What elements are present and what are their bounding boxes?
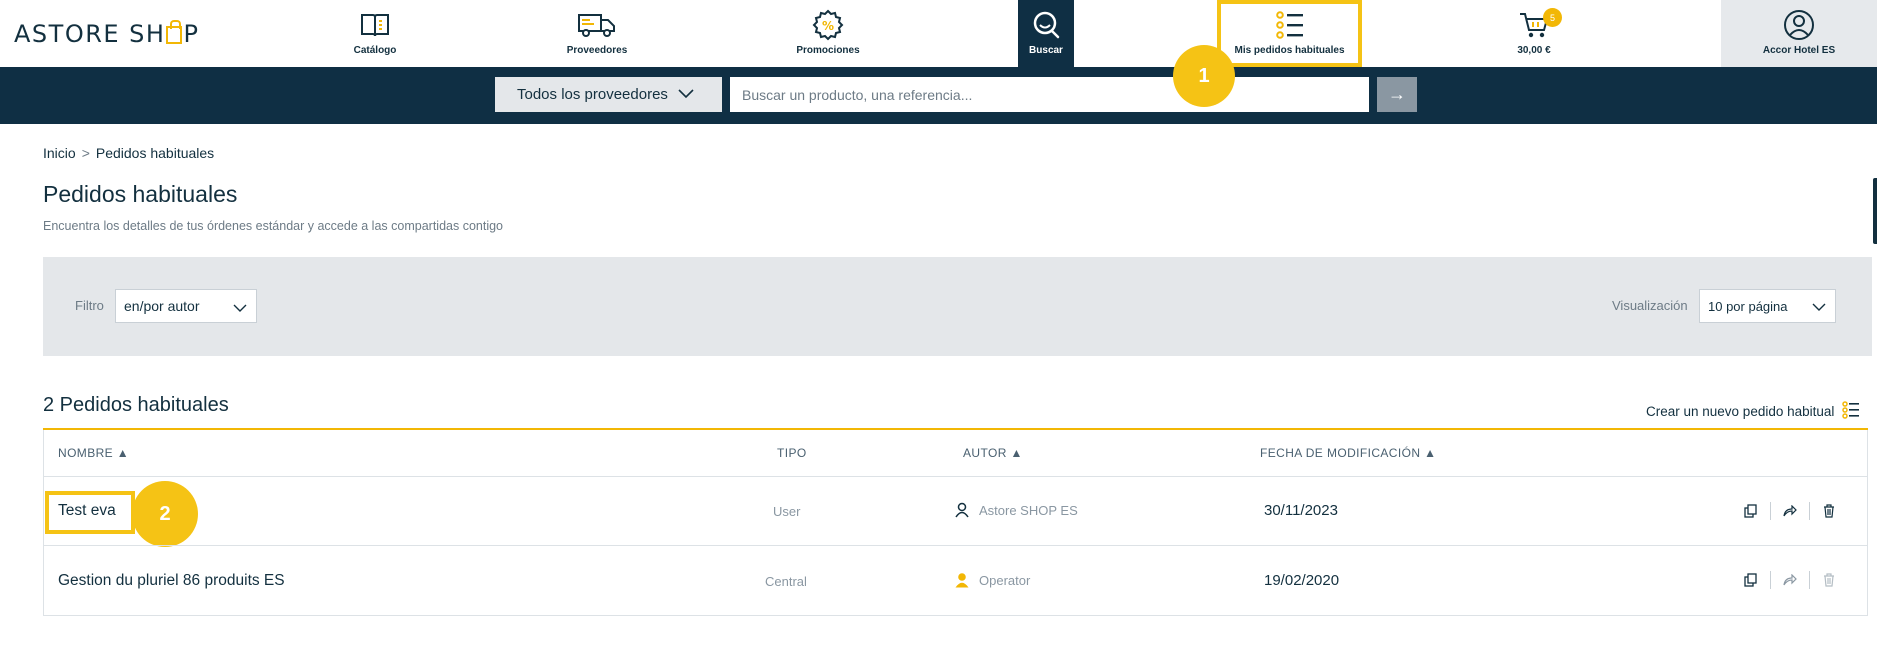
order-type: Central: [765, 574, 807, 589]
action-separator: [1770, 502, 1771, 520]
svg-text:%: %: [822, 19, 834, 33]
filter-bar: Filtro en/por autor Visualización 10 por…: [43, 257, 1872, 356]
action-separator: [1809, 571, 1810, 589]
share-icon[interactable]: [1779, 569, 1801, 591]
search-input[interactable]: [730, 77, 1369, 112]
nav-account[interactable]: Accor Hotel ES: [1721, 0, 1877, 67]
nav-catalogo[interactable]: Catálogo: [335, 0, 415, 67]
search-icon: [1031, 8, 1061, 42]
table-row-divider: [44, 545, 1867, 546]
chevron-down-icon: [233, 300, 247, 316]
shopping-bag-icon: [166, 20, 183, 44]
order-name[interactable]: Gestion du pluriel 86 produits ES: [58, 572, 285, 590]
step-marker-2: 2: [132, 481, 198, 547]
filter-select[interactable]: en/por autor: [115, 289, 257, 323]
row-actions: [1740, 569, 1840, 591]
page-title: Pedidos habituales: [43, 181, 238, 207]
nav-mis-pedidos-habituales[interactable]: Mis pedidos habituales: [1217, 0, 1362, 67]
column-header-author[interactable]: AUTOR ▲: [963, 446, 1023, 460]
side-feedback-tab[interactable]: [1873, 178, 1877, 244]
breadcrumb: Inicio > Pedidos habituales: [43, 145, 214, 161]
top-navigation: ASTORE SH P Catálogo Proveedores % Promoc…: [0, 0, 1877, 67]
nav-promociones-label: Promociones: [796, 45, 860, 56]
chevron-down-icon: [678, 86, 694, 103]
page-subtitle: Encuentra los detalles de tus órdenes es…: [43, 219, 503, 233]
list-icon: [1834, 401, 1860, 422]
page-size-value: 10 por página: [1708, 298, 1788, 314]
column-header-date[interactable]: FECHA DE MODIFICACIÓN ▲: [1260, 446, 1436, 460]
share-icon[interactable]: [1779, 500, 1801, 522]
list-count-title: 2 Pedidos habituales: [43, 394, 229, 416]
nav-buscar-label: Buscar: [1029, 45, 1063, 56]
table-row-divider: [44, 476, 1867, 477]
nav-proveedores[interactable]: Proveedores: [555, 0, 639, 67]
duplicate-icon[interactable]: [1740, 500, 1762, 522]
order-author-name: Operator: [979, 572, 1031, 588]
action-separator: [1770, 571, 1771, 589]
row-actions: [1740, 500, 1840, 522]
provider-select-value: Todos los proveedores: [517, 86, 668, 103]
user-filled-icon: [955, 573, 969, 588]
filter-select-value: en/por autor: [124, 298, 200, 314]
orders-table: [43, 430, 1868, 616]
order-author-name: Astore SHOP ES: [979, 502, 1078, 518]
nav-catalogo-label: Catálogo: [353, 45, 397, 56]
column-header-type: TIPO: [777, 446, 807, 460]
view-label: Visualización: [1612, 298, 1688, 313]
cart-count-badge: 5: [1543, 8, 1562, 27]
nav-pedidos-label: Mis pedidos habituales: [1234, 45, 1345, 56]
order-author: Astore SHOP ES: [955, 502, 1078, 518]
breadcrumb-home-link[interactable]: Inicio: [43, 145, 76, 161]
step-marker-1: 1: [1173, 45, 1235, 107]
row-name-highlight: [45, 491, 135, 534]
book-icon: [360, 8, 390, 42]
cart-total-label: 30,00 €: [1517, 45, 1551, 56]
trash-icon[interactable]: [1818, 569, 1840, 591]
chevron-down-icon: [1812, 300, 1826, 315]
list-icon: [1275, 8, 1305, 42]
create-habitual-order-link[interactable]: Crear un nuevo pedido habitual: [1646, 401, 1860, 422]
action-separator: [1809, 502, 1810, 520]
order-date: 30/11/2023: [1264, 502, 1338, 519]
user-outline-icon: [955, 502, 969, 518]
trash-icon[interactable]: [1818, 500, 1840, 522]
user-circle-icon: [1783, 8, 1815, 42]
order-type: User: [773, 504, 801, 519]
column-header-name[interactable]: NOMBRE ▲: [58, 446, 129, 460]
breadcrumb-current: Pedidos habituales: [95, 145, 215, 161]
page-size-select[interactable]: 10 por página: [1699, 289, 1836, 323]
truck-icon: [577, 8, 617, 42]
nav-proveedores-label: Proveedores: [566, 45, 628, 56]
filter-label: Filtro: [75, 298, 104, 313]
order-author: Operator: [955, 572, 1030, 588]
percent-badge-icon: %: [812, 8, 844, 42]
nav-cart[interactable]: 5 30,00 €: [1500, 0, 1568, 67]
nav-buscar[interactable]: Buscar: [1018, 0, 1074, 67]
logo-text: ASTORE SH: [14, 20, 166, 48]
order-date: 19/02/2020: [1264, 572, 1340, 589]
nav-promociones[interactable]: % Promociones: [786, 0, 870, 67]
account-name-label: Accor Hotel ES: [1762, 45, 1836, 56]
provider-select[interactable]: Todos los proveedores: [495, 77, 722, 112]
create-link-label: Crear un nuevo pedido habitual: [1646, 404, 1835, 419]
logo-text-end: P: [183, 20, 200, 48]
breadcrumb-separator: >: [81, 145, 90, 161]
search-bar: Todos los proveedores →: [0, 67, 1877, 124]
astore-shop-logo[interactable]: ASTORE SH P: [14, 20, 199, 48]
duplicate-icon[interactable]: [1740, 569, 1762, 591]
search-submit-button[interactable]: →: [1377, 77, 1417, 112]
